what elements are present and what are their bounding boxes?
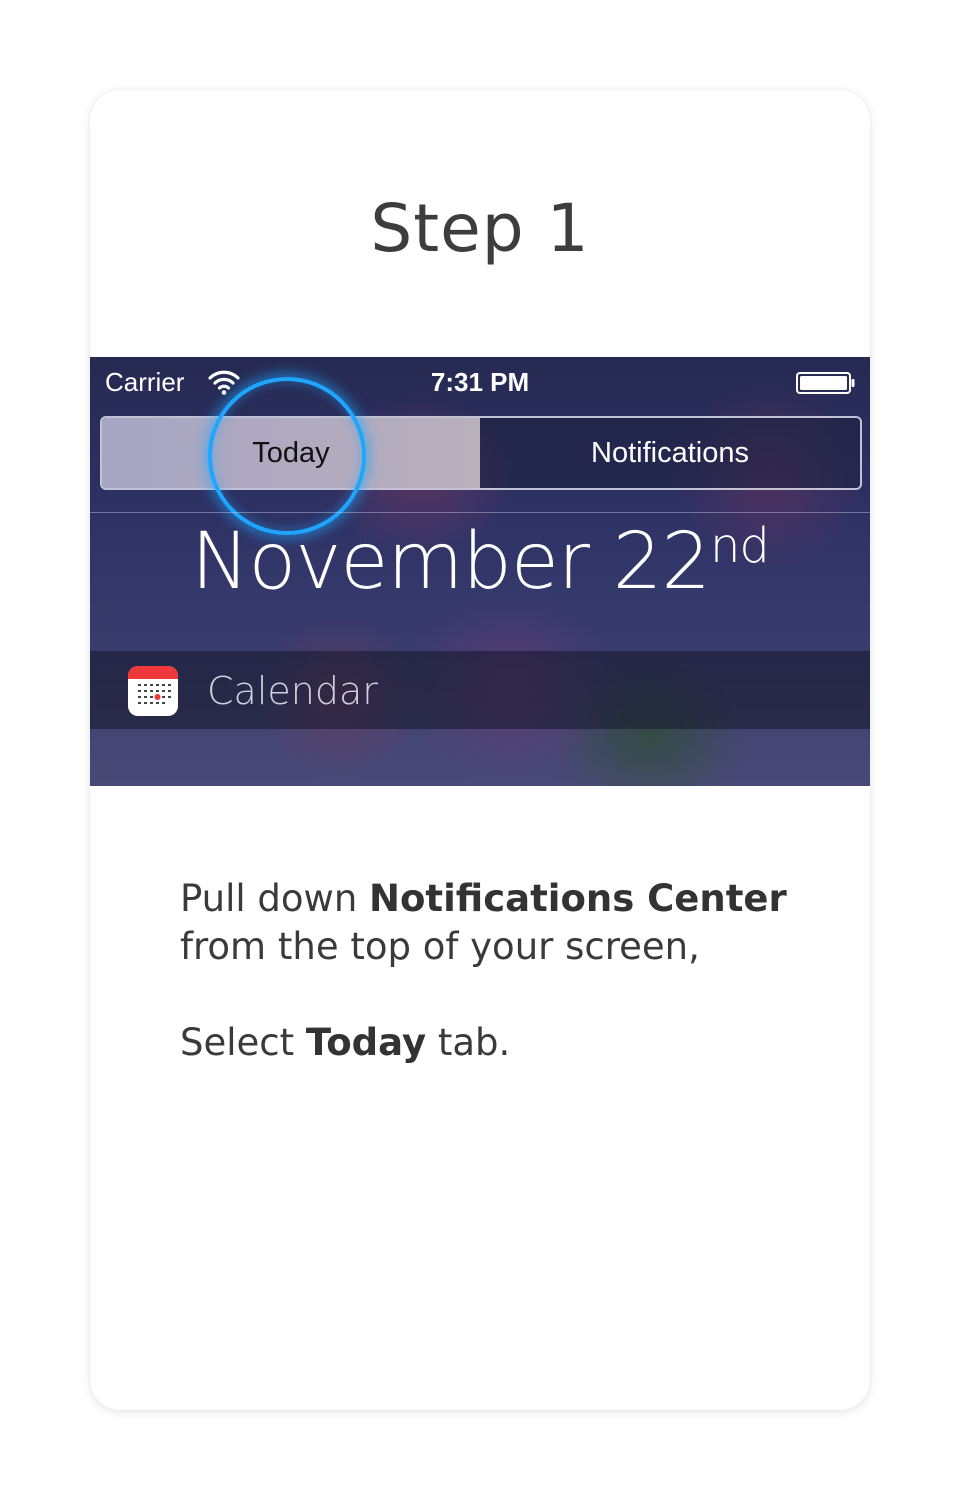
- instruction-line-1: Pull down Notifications Center: [180, 875, 820, 923]
- date-suffix: nd: [709, 518, 770, 574]
- battery-icon: [796, 371, 856, 395]
- date-text: November 22: [191, 517, 711, 607]
- instruction-text: Pull down: [180, 877, 370, 920]
- calendar-widget-header[interactable]: Calendar: [90, 651, 870, 729]
- step-card: Step 1 Carrier 7:31 PM Today Notificatio…: [90, 90, 870, 1410]
- calendar-widget-label: Calendar: [207, 669, 378, 713]
- today-date: November 22nd: [90, 517, 870, 607]
- instruction-spacer: [180, 971, 820, 1019]
- status-time: 7:31 PM: [430, 367, 530, 397]
- tab-notifications[interactable]: Notifications: [480, 418, 860, 488]
- instruction-bold-notifications-center: Notifications Center: [369, 877, 787, 920]
- instructions-text: Pull down Notifications Center from the …: [180, 875, 820, 1067]
- instruction-line-3: Select Today tab.: [180, 1019, 820, 1067]
- calendar-app-icon: [128, 666, 178, 716]
- status-bar: Carrier 7:31 PM: [90, 357, 870, 407]
- instruction-text: Select: [180, 1021, 306, 1064]
- notification-center-screenshot: Carrier 7:31 PM Today Notifications Nove…: [90, 357, 870, 786]
- step-title: Step 1: [370, 190, 590, 267]
- divider: [90, 512, 870, 513]
- instruction-line-2: from the top of your screen,: [180, 925, 700, 968]
- instruction-text: tab.: [426, 1021, 511, 1064]
- instruction-bold-today: Today: [305, 1021, 427, 1064]
